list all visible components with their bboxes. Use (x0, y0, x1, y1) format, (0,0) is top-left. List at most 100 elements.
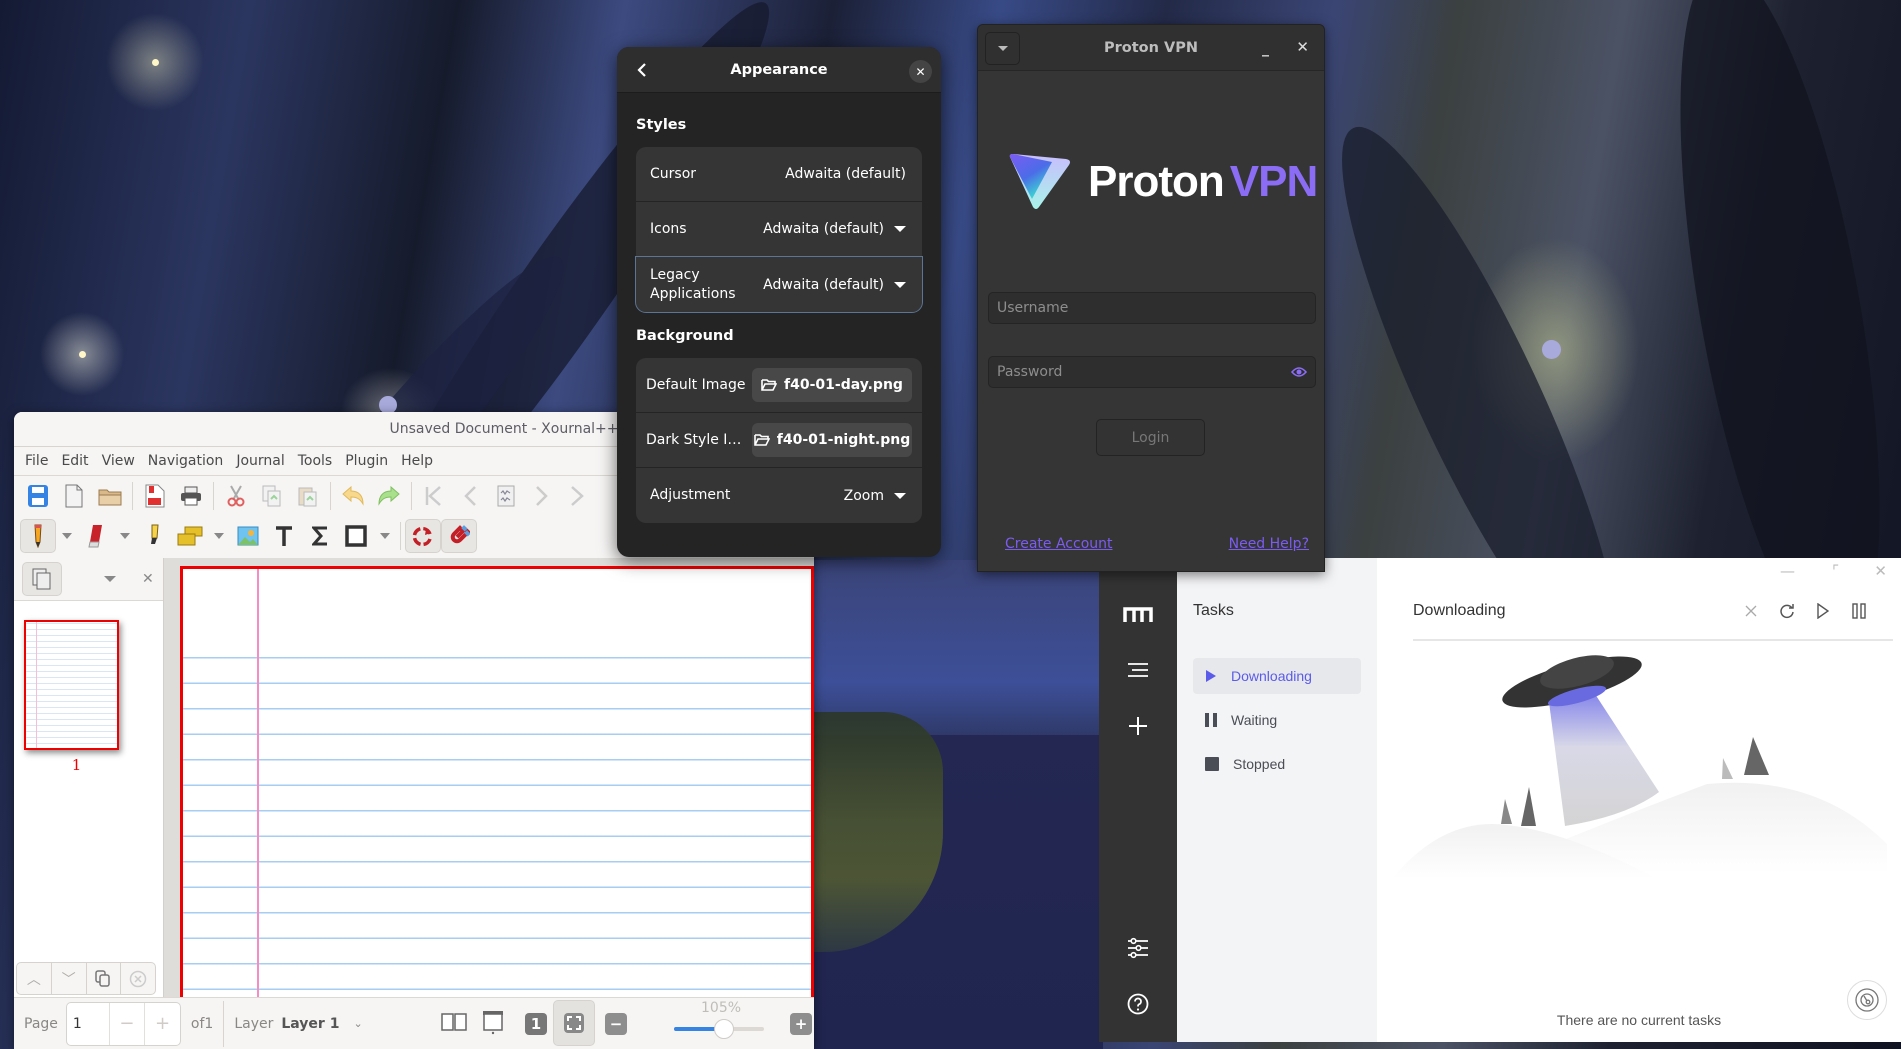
shape-options-dropdown[interactable] (374, 519, 396, 553)
nav-help-button[interactable] (1121, 987, 1155, 1021)
menu-file[interactable]: File (20, 453, 56, 469)
filter-waiting[interactable]: Waiting (1193, 702, 1361, 738)
text-tool-button[interactable] (266, 519, 302, 553)
cut-button[interactable] (218, 479, 254, 513)
maximize-window-button[interactable]: ⌜ (1832, 562, 1839, 580)
export-pdf-button[interactable] (137, 479, 173, 513)
menu-edit[interactable]: Edit (56, 453, 96, 469)
shape-tool-button[interactable] (338, 519, 374, 553)
fullscreen-button[interactable] (553, 1000, 595, 1046)
password-input[interactable]: Password (988, 356, 1316, 388)
text-recognition-dropdown[interactable] (208, 519, 230, 553)
next-page-button[interactable] (524, 479, 560, 513)
print-button[interactable] (173, 479, 209, 513)
legacy-applications-dropdown[interactable]: Adwaita (default) (763, 277, 906, 293)
menu-plugin[interactable]: Plugin (340, 453, 396, 469)
layer-select[interactable]: Layer 1 (281, 1016, 339, 1032)
highlighter-tool-button[interactable] (136, 519, 172, 553)
menu-navigation[interactable]: Navigation (143, 453, 232, 469)
adjustment-dropdown[interactable]: Zoom (844, 488, 906, 504)
legacy-applications-row[interactable]: Legacy Applications Adwaita (default) (635, 256, 923, 313)
last-page-button[interactable] (560, 479, 596, 513)
chevron-down-icon[interactable] (104, 576, 116, 582)
previous-page-button[interactable] (452, 479, 488, 513)
copy-button[interactable] (254, 479, 290, 513)
move-page-up-button[interactable]: ︿ (17, 963, 52, 994)
eraser-options-dropdown[interactable] (114, 519, 136, 553)
move-page-down-button[interactable]: ﹀ (52, 963, 87, 994)
layer-dropdown-icon[interactable]: ⌄ (353, 1017, 362, 1030)
paste-button[interactable] (290, 479, 326, 513)
page-number-spinner[interactable]: 1 − + (65, 1001, 181, 1046)
resume-all-button[interactable] (1812, 600, 1834, 622)
presentation-mode-button[interactable] (481, 1009, 505, 1039)
toolbar-separator (400, 522, 401, 550)
copy-page-button[interactable] (87, 963, 122, 994)
close-window-button[interactable]: ✕ (1874, 562, 1887, 580)
pause-all-button[interactable] (1848, 600, 1870, 622)
app-menu-button[interactable] (985, 32, 1020, 65)
save-button[interactable] (20, 479, 56, 513)
zoom-slider[interactable] (674, 1019, 764, 1039)
goto-page-button[interactable] (488, 479, 524, 513)
delete-page-button[interactable] (121, 963, 155, 994)
motrix-logo-icon (1123, 607, 1153, 622)
undo-button[interactable] (335, 479, 371, 513)
page-number-input[interactable]: 1 (67, 1003, 109, 1045)
page-thumbnail[interactable] (24, 620, 119, 750)
close-sidebar-icon[interactable]: ✕ (142, 571, 154, 587)
dual-page-button[interactable] (441, 1012, 467, 1036)
refresh-button[interactable] (1776, 600, 1798, 622)
adjustment-row[interactable]: Adjustment Zoom (636, 468, 922, 523)
minimize-window-button[interactable]: — (1780, 562, 1795, 580)
filter-downloading[interactable]: Downloading (1193, 658, 1361, 694)
image-tool-button[interactable] (230, 519, 266, 553)
minimize-button[interactable]: _ (1262, 41, 1269, 57)
single-page-button[interactable]: 1 (525, 1013, 547, 1035)
pen-options-dropdown[interactable] (56, 519, 78, 553)
new-document-button[interactable] (56, 479, 92, 513)
icons-dropdown[interactable]: Adwaita (default) (763, 221, 906, 237)
back-button[interactable] (631, 59, 653, 81)
eraser-tool-button[interactable] (78, 519, 114, 553)
close-button[interactable]: ✕ (1296, 38, 1309, 56)
page-preview-selector[interactable] (22, 562, 62, 596)
nav-tasks-button[interactable] (1121, 653, 1155, 687)
redo-button[interactable] (371, 479, 407, 513)
icons-row[interactable]: Icons Adwaita (default) (636, 202, 922, 257)
text-recognition-button[interactable] (172, 519, 208, 553)
math-tex-button[interactable] (302, 519, 338, 553)
page-increment-button[interactable]: + (144, 1002, 180, 1045)
close-dialog-button[interactable]: ✕ (909, 60, 932, 83)
default-image-button[interactable]: f40-01-day.png (752, 368, 912, 402)
login-button[interactable]: Login (1096, 419, 1205, 456)
zoom-in-button[interactable]: + (790, 1013, 812, 1035)
create-account-link[interactable]: Create Account (1005, 536, 1113, 552)
menu-tools[interactable]: Tools (293, 453, 341, 469)
menu-view[interactable]: View (97, 453, 143, 469)
zoom-out-button[interactable]: − (605, 1013, 627, 1035)
nav-add-task-button[interactable] (1121, 709, 1155, 743)
delete-task-button[interactable] (1740, 600, 1762, 622)
username-input[interactable]: Username (988, 292, 1316, 324)
dropdown-arrow-icon (894, 281, 906, 288)
proton-vpn-logo: Proton VPN (1008, 153, 1318, 211)
first-page-button[interactable] (416, 479, 452, 513)
filter-stopped[interactable]: Stopped (1193, 746, 1361, 782)
nav-preferences-button[interactable] (1121, 931, 1155, 965)
cursor-row[interactable]: Cursor Adwaita (default) (636, 147, 922, 202)
need-help-link[interactable]: Need Help? (1229, 536, 1309, 552)
open-button[interactable] (92, 479, 128, 513)
zoom-slider-handle[interactable] (713, 1019, 734, 1039)
grid-snap-toggle[interactable] (441, 519, 477, 553)
document-page[interactable] (180, 566, 814, 997)
page-decrement-button[interactable]: − (108, 1002, 145, 1045)
pause-outline-icon (1852, 603, 1866, 619)
menu-help[interactable]: Help (396, 453, 441, 469)
pen-tool-button[interactable] (20, 519, 56, 553)
rotation-snap-toggle[interactable] (405, 519, 441, 553)
proton-titlebar[interactable]: Proton VPN _ ✕ (978, 25, 1324, 71)
dark-style-image-button[interactable]: f40-01-night.png (752, 423, 912, 457)
show-password-icon[interactable] (1291, 365, 1307, 379)
menu-journal[interactable]: Journal (231, 453, 292, 469)
